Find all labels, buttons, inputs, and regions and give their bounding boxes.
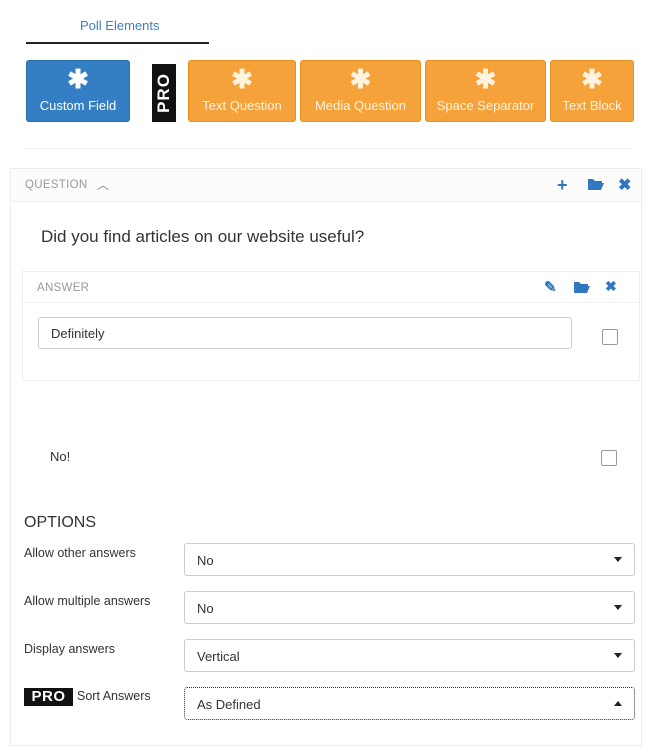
close-icon[interactable]: ✖ <box>605 278 617 295</box>
pro-badge: PRO <box>24 688 73 706</box>
answer-header-label: ANSWER <box>37 282 90 294</box>
answer-input[interactable]: Definitely <box>38 317 572 349</box>
answer-checkbox[interactable] <box>602 329 618 345</box>
chevron-up-icon[interactable]: ︿ <box>97 176 109 193</box>
answer-header: ANSWER ✎ ✖ <box>23 272 639 303</box>
caret-down-icon <box>614 653 622 658</box>
select-value: Vertical <box>197 649 240 664</box>
plus-icon[interactable]: + <box>557 175 568 196</box>
asterisk-icon: ✱ <box>231 64 253 94</box>
asterisk-icon: ✱ <box>581 64 603 94</box>
answer-panel: ANSWER ✎ ✖ Definitely <box>22 271 640 381</box>
divider <box>26 148 631 149</box>
button-label: Custom Field <box>39 98 117 113</box>
allow-multiple-label: Allow multiple answers <box>24 594 151 608</box>
answer-checkbox[interactable] <box>601 450 617 466</box>
text-block-button[interactable]: ✱ Text Block <box>550 60 634 122</box>
caret-down-icon <box>614 557 622 562</box>
caret-up-icon <box>614 701 622 706</box>
button-label: Space Separator <box>436 98 535 113</box>
sort-answers-label: Sort Answers <box>77 689 151 703</box>
answer-text: No! <box>50 449 71 464</box>
allow-other-label: Allow other answers <box>24 546 136 560</box>
text-question-button[interactable]: ✱ Text Question <box>188 60 296 122</box>
caret-down-icon <box>614 605 622 610</box>
pro-badge: PRO <box>152 64 176 122</box>
select-value: As Defined <box>197 697 261 712</box>
asterisk-icon: ✱ <box>349 64 372 94</box>
question-header: QUESTION ︿ + ✖ <box>11 169 641 202</box>
select-value: No <box>197 553 214 568</box>
button-label: Text Question <box>202 98 282 113</box>
select-value: No <box>197 601 214 616</box>
pencil-icon[interactable]: ✎ <box>544 278 557 296</box>
media-question-button[interactable]: ✱ Media Question <box>300 60 421 122</box>
folder-open-icon[interactable] <box>573 280 591 299</box>
question-header-label: QUESTION <box>25 179 88 191</box>
folder-open-icon[interactable] <box>587 177 605 196</box>
tab-poll-elements[interactable]: Poll Elements <box>26 10 209 44</box>
display-answers-select[interactable]: Vertical <box>184 639 635 672</box>
allow-multiple-select[interactable]: No <box>184 591 635 624</box>
button-label: Media Question <box>314 98 407 113</box>
display-answers-label: Display answers <box>24 642 116 656</box>
sort-answers-select[interactable]: As Defined <box>184 687 635 720</box>
close-icon[interactable]: ✖ <box>618 175 631 195</box>
asterisk-icon: ✱ <box>474 64 497 94</box>
tab-label: Poll Elements <box>80 18 160 33</box>
question-text[interactable]: Did you find articles on our website use… <box>41 227 364 247</box>
options-title: OPTIONS <box>24 514 97 531</box>
space-separator-button[interactable]: ✱ Space Separator <box>425 60 546 122</box>
allow-other-select[interactable]: No <box>184 543 635 576</box>
button-label: Text Block <box>562 98 622 113</box>
custom-field-button[interactable]: ✱ Custom Field <box>26 60 130 122</box>
asterisk-icon: ✱ <box>67 64 89 94</box>
